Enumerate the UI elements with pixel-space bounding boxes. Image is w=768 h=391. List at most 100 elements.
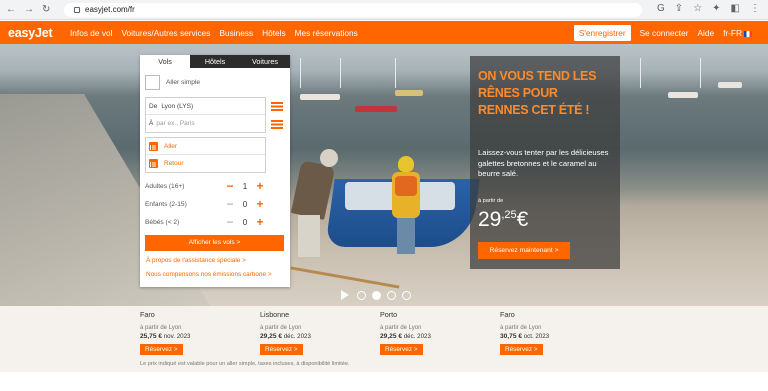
carousel-dot[interactable] [387, 290, 396, 300]
booking-widget: Vols Hôtels Voitures Aller simple De Lyo… [140, 55, 290, 287]
deal-book-button[interactable]: Réservez > [140, 344, 183, 355]
address-bar[interactable]: easyjet.com/fr [64, 2, 642, 17]
deal-origin: à partir de Lyon [380, 325, 422, 331]
deals-strip: Faro à partir de Lyon 25,75 € nov. 2023 … [0, 306, 768, 372]
language-selector[interactable]: fr-FR [723, 28, 752, 38]
figure-head [320, 149, 338, 167]
boat-decor [300, 94, 340, 100]
figure-torso [290, 160, 336, 220]
boat-decor [718, 82, 742, 88]
deal-city: Porto [380, 310, 398, 319]
children-plus-button[interactable]: + [255, 198, 265, 210]
deal-card: Lisbonne à partir de Lyon 29,25 € déc. 2… [260, 310, 370, 355]
more-icon[interactable]: ⋮ [750, 3, 760, 14]
depart-date-field[interactable]: Aller [146, 138, 265, 155]
login-link[interactable]: Se connecter [640, 28, 689, 38]
adults-plus-button[interactable]: + [255, 180, 265, 192]
promo-currency: € [516, 208, 529, 231]
carousel-dot-active[interactable] [372, 290, 381, 300]
deal-card: Faro à partir de Lyon 30,75 € oct. 2023 … [500, 310, 610, 355]
children-label: Enfants (2-15) [145, 200, 187, 208]
infants-minus-button[interactable]: − [225, 216, 235, 228]
browser-nav: ← → ↻ [6, 4, 64, 15]
deal-book-button[interactable]: Réservez > [500, 344, 543, 355]
list-origins-icon[interactable] [271, 102, 283, 111]
boat-decor [668, 92, 698, 98]
price-disclaimer: Le prix indiqué est valable pour un alle… [140, 361, 350, 367]
back-icon[interactable]: ← [6, 4, 16, 15]
google-icon[interactable]: G [657, 3, 665, 14]
deal-date: déc. 2023 [283, 333, 311, 340]
child-figure [392, 156, 422, 256]
promo-panel: ON VOUS TEND LES RÊNES POUR RENNES CET É… [470, 56, 620, 269]
forward-icon[interactable]: → [24, 4, 34, 15]
play-icon[interactable] [341, 290, 349, 300]
mast-decor [340, 58, 341, 88]
url-text: easyjet.com/fr [85, 5, 135, 14]
to-placeholder: par ex., Paris [156, 120, 195, 127]
menu-cars[interactable]: Voitures/Autres services [121, 28, 210, 38]
list-destinations-icon[interactable] [271, 120, 283, 129]
menu-bookings[interactable]: Mes réservations [295, 28, 358, 38]
infants-plus-button[interactable]: + [255, 216, 265, 228]
promo-price: 29,25€ [478, 204, 528, 231]
from-label: De [149, 102, 158, 110]
menu-hotels[interactable]: Hôtels [262, 28, 286, 38]
reload-icon[interactable]: ↻ [42, 4, 50, 15]
tab-cars[interactable]: Voitures [240, 55, 290, 68]
adults-label: Adultes (16+) [145, 182, 185, 190]
mast-decor [640, 58, 641, 88]
tab-hotels[interactable]: Hôtels [190, 55, 240, 68]
show-flights-button[interactable]: Afficher les vols > [145, 235, 284, 251]
book-now-button[interactable]: Réservez maintenant > [478, 242, 570, 259]
carousel-controls [341, 290, 411, 300]
easyjet-logo[interactable]: easyJet [0, 26, 70, 40]
to-label: À [149, 120, 154, 127]
browser-tools: G ⇪ ☆ ✦ ◧ ⋮ [657, 3, 760, 14]
menu-business[interactable]: Business [219, 28, 253, 38]
lock-icon [74, 6, 80, 13]
extensions-icon[interactable]: ✦ [712, 3, 720, 14]
register-button[interactable]: S'enregistrer [573, 25, 631, 41]
from-value: Lyon (LYS) [161, 102, 194, 110]
deal-price: 29,25 € déc. 2023 [380, 333, 490, 340]
promo-price-int: 29 [478, 208, 502, 231]
special-assistance-link[interactable]: À propos de l'assistance spéciale > [146, 257, 246, 264]
deal-book-button[interactable]: Réservez > [380, 344, 423, 355]
children-minus-button[interactable]: − [225, 198, 235, 210]
carbon-offset-link[interactable]: Nous compensons nos émissions carbone > [146, 271, 272, 278]
tab-flights[interactable]: Vols [140, 55, 190, 68]
boat-decor [355, 106, 397, 112]
deal-card: Porto à partir de Lyon 29,25 € déc. 2023… [380, 310, 490, 355]
star-icon[interactable]: ☆ [693, 3, 702, 14]
infants-stepper: Bébés (< 2) − 0 + [145, 215, 285, 229]
promo-price-dec: ,25 [501, 209, 517, 221]
one-way-checkbox[interactable] [145, 75, 160, 90]
from-field[interactable]: De Lyon (LYS) [146, 98, 265, 115]
date-fields: Aller Retour [145, 137, 266, 173]
deal-price-value: 30,75 € [500, 333, 522, 340]
deal-book-button[interactable]: Réservez > [260, 344, 303, 355]
carousel-dot[interactable] [402, 290, 411, 300]
sidepanel-icon[interactable]: ◧ [731, 3, 740, 14]
infants-label: Bébés (< 2) [145, 218, 180, 226]
site-header: easyJet Infos de vol Voitures/Autres ser… [0, 21, 768, 44]
share-icon[interactable]: ⇪ [675, 3, 683, 14]
menu-flight-info[interactable]: Infos de vol [70, 28, 112, 38]
deal-price: 29,25 € déc. 2023 [260, 333, 370, 340]
return-label: Retour [164, 160, 184, 167]
adults-minus-button[interactable]: − [225, 180, 235, 192]
to-field[interactable]: À par ex., Paris [146, 115, 265, 132]
route-fields: De Lyon (LYS) À par ex., Paris [145, 97, 266, 133]
carousel-dot[interactable] [357, 290, 366, 300]
promo-headline: ON VOUS TEND LES RÊNES POUR RENNES CET É… [478, 69, 597, 117]
mast-decor [300, 58, 301, 88]
figure-legs [397, 218, 415, 254]
header-actions: S'enregistrer Se connecter Aide fr-FR [573, 25, 752, 41]
return-date-field[interactable]: Retour [146, 155, 265, 172]
pole-decor [290, 266, 400, 289]
help-link[interactable]: Aide [697, 28, 714, 38]
deal-origin: à partir de Lyon [140, 325, 182, 331]
booking-tabs: Vols Hôtels Voitures [140, 55, 290, 68]
deal-price-value: 29,25 € [260, 333, 282, 340]
